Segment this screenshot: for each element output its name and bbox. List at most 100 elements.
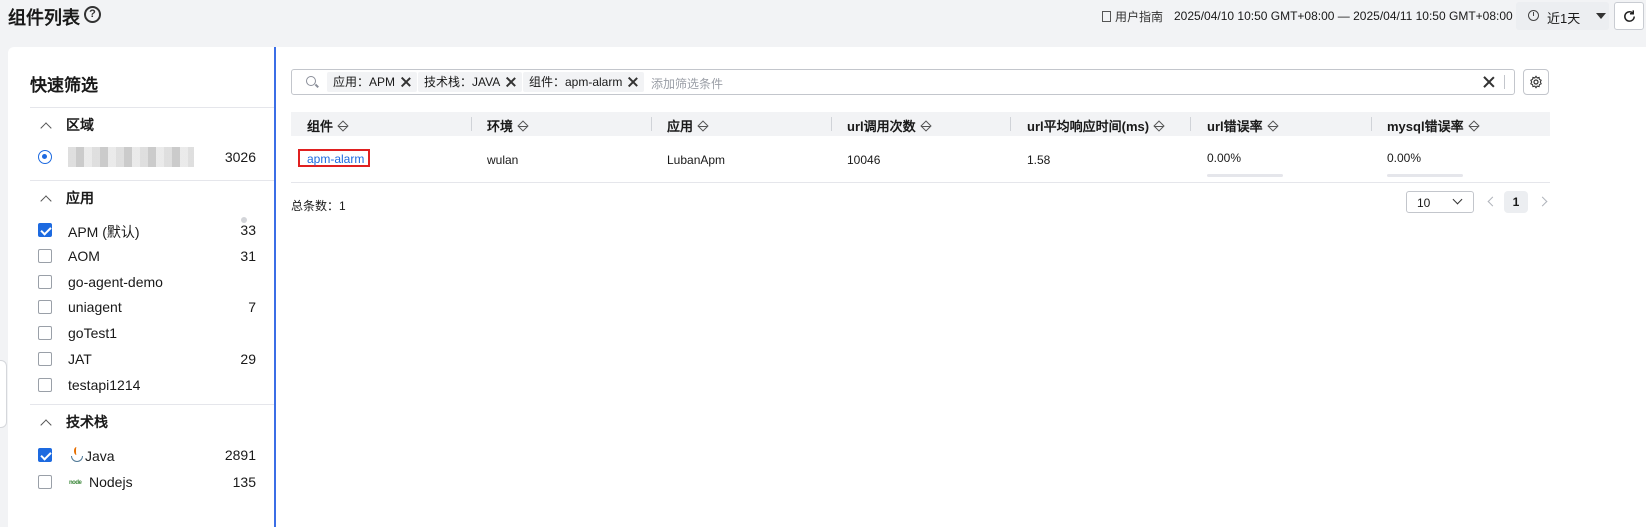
divider	[1504, 75, 1505, 89]
section-region-header[interactable]: 区域	[30, 115, 94, 135]
prev-page-icon[interactable]	[1487, 196, 1498, 207]
env-cell: wulan	[487, 153, 519, 167]
region-count: 3026	[224, 149, 256, 165]
page-title: 组件列表	[8, 8, 80, 28]
section-stack-header[interactable]: 技术栈	[30, 412, 108, 432]
component-link[interactable]: apm-alarm	[307, 152, 364, 166]
refresh-button[interactable]	[1614, 2, 1644, 30]
column-header[interactable]: url平均响应时间(ms)	[1027, 116, 1164, 135]
sort-icon[interactable]	[518, 121, 528, 132]
stack-count: 2891	[224, 447, 256, 463]
next-page-icon[interactable]	[1537, 196, 1548, 207]
app-cell: LubanApm	[667, 153, 726, 167]
app-checkbox[interactable]	[38, 249, 52, 263]
app-checkbox[interactable]	[38, 352, 52, 366]
time-range-label: 近1天	[1547, 11, 1581, 26]
panel-collapse-handle[interactable]	[0, 360, 7, 428]
sort-icon[interactable]	[338, 121, 348, 132]
java-icon	[69, 447, 83, 463]
column-header[interactable]: 应用	[667, 116, 708, 135]
quick-filter-panel: 快速筛选 区域 3026 应用 APM (默认) 33 AOM 31 go-agen…	[8, 47, 290, 527]
settings-button[interactable]	[1523, 69, 1549, 95]
close-icon[interactable]	[628, 77, 638, 87]
sort-icon[interactable]	[1468, 121, 1478, 132]
app-option[interactable]: go-agent-demo	[38, 272, 278, 294]
page-size-value: 10	[1417, 196, 1431, 210]
app-checkbox[interactable]	[38, 300, 52, 314]
app-label: APM (默认)	[68, 224, 140, 240]
column-header[interactable]: 环境	[487, 116, 528, 135]
app-label: go-agent-demo	[68, 274, 163, 290]
chevron-up-icon	[40, 419, 52, 431]
filter-bar[interactable]: 应用：APM 技术栈：JAVA 组件：apm-alarm 添加筛选条件	[291, 69, 1515, 95]
column-resizer[interactable]	[651, 117, 652, 131]
app-checkbox[interactable]	[38, 275, 52, 289]
sort-icon[interactable]	[1267, 121, 1277, 132]
table-row: apm-alarm wulan LubanApm 10046 1.58 0.00…	[291, 136, 1550, 183]
app-option[interactable]: uniagent 7	[38, 297, 278, 319]
column-resizer[interactable]	[1371, 117, 1372, 131]
app-option[interactable]: goTest1	[38, 323, 278, 345]
section-region-title: 区域	[66, 117, 94, 133]
time-range-select[interactable]: 近1天	[1516, 2, 1609, 30]
filter-tag: 应用：APM	[327, 72, 418, 92]
help-icon[interactable]: ?	[84, 6, 101, 23]
url-avg-time-cell: 1.58	[1027, 153, 1051, 167]
app-option[interactable]: testapi1214	[38, 375, 278, 397]
quick-filter-title: 快速筛选	[30, 76, 98, 95]
table-header: 组件 环境 应用 url调用次数 url平均响应时间(ms) url错误率 my…	[291, 112, 1550, 136]
user-guide-link[interactable]: 用户指南	[1102, 8, 1163, 25]
filter-tag-label: 技术栈：JAVA	[424, 75, 501, 89]
chevron-up-icon	[40, 122, 52, 134]
close-icon[interactable]	[401, 77, 411, 87]
stack-checkbox[interactable]	[38, 475, 52, 489]
mysql-error-rate-cell: 0.00%	[1387, 151, 1422, 165]
stack-label: Nodejs	[89, 474, 133, 490]
close-icon[interactable]	[506, 77, 516, 87]
section-app-header[interactable]: 应用	[30, 188, 94, 208]
app-label: goTest1	[68, 325, 118, 341]
app-option[interactable]: AOM 31	[38, 246, 278, 268]
stack-option[interactable]: node Nodejs 135	[38, 472, 278, 494]
search-icon	[306, 76, 316, 86]
page-header: 组件列表 ? 用户指南 2025/04/10 10:50 GMT+08:00 —…	[0, 0, 1646, 34]
sort-icon[interactable]	[920, 121, 930, 132]
divider	[30, 107, 274, 108]
app-checkbox[interactable]	[38, 223, 52, 237]
total-count: 总条数：1	[291, 199, 346, 213]
column-resizer[interactable]	[1190, 117, 1191, 131]
column-header[interactable]: url调用次数	[847, 116, 930, 135]
app-option[interactable]: APM (默认) 33	[38, 220, 278, 242]
app-checkbox[interactable]	[38, 378, 52, 392]
region-radio[interactable]	[38, 150, 52, 164]
clock-icon	[1528, 10, 1539, 21]
region-option[interactable]: 3026	[38, 147, 278, 169]
current-page[interactable]: 1	[1504, 191, 1528, 213]
app-label: JAT	[68, 351, 92, 367]
stack-checkbox[interactable]	[38, 448, 52, 462]
app-count: 29	[240, 351, 256, 367]
app-label: AOM	[68, 248, 100, 264]
stack-option[interactable]: Java 2891	[38, 445, 278, 467]
clear-filters-icon[interactable]	[1483, 76, 1495, 88]
divider	[30, 404, 274, 405]
sort-icon[interactable]	[698, 121, 708, 132]
app-label: uniagent	[68, 299, 122, 315]
caret-down-icon	[1596, 13, 1606, 19]
mysql-error-rate-bar	[1387, 174, 1463, 177]
region-name-redacted	[68, 147, 194, 167]
page-size-select[interactable]: 10	[1406, 191, 1474, 213]
url-error-rate-cell: 0.00%	[1207, 151, 1242, 165]
column-resizer[interactable]	[471, 117, 472, 131]
column-resizer[interactable]	[831, 117, 832, 131]
app-checkbox[interactable]	[38, 326, 52, 340]
filter-tag: 技术栈：JAVA	[418, 72, 523, 92]
sort-icon[interactable]	[1154, 121, 1164, 132]
filter-input[interactable]: 添加筛选条件	[651, 75, 723, 92]
url-calls-cell: 10046	[847, 153, 881, 167]
app-option[interactable]: JAT 29	[38, 349, 278, 371]
column-resizer[interactable]	[1010, 117, 1011, 131]
column-header[interactable]: 组件	[307, 116, 348, 135]
column-header[interactable]: mysql错误率	[1387, 116, 1478, 135]
column-header[interactable]: url错误率	[1207, 116, 1277, 135]
